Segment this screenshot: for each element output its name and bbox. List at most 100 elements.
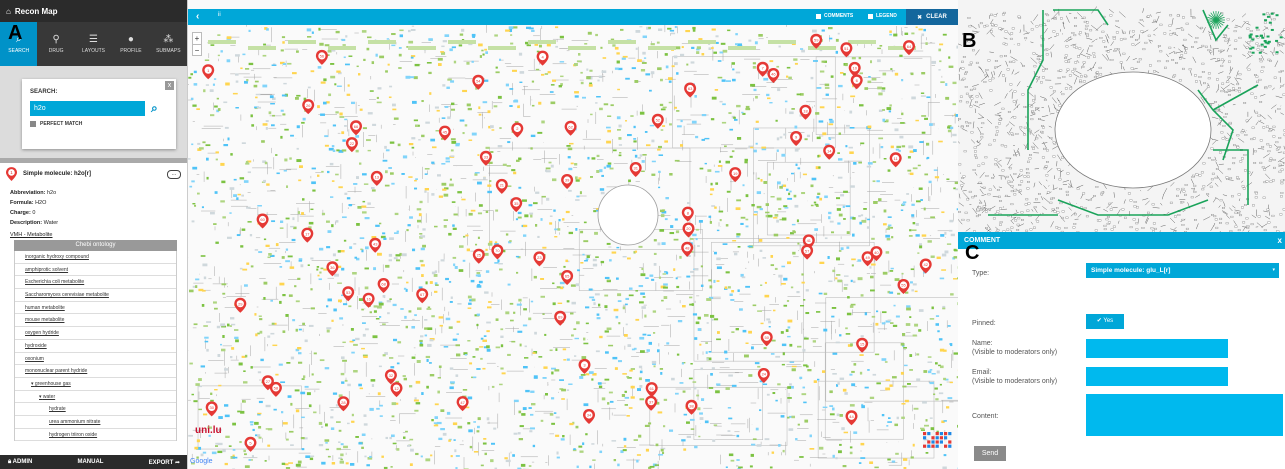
map-marker[interactable]: 16: [362, 292, 375, 308]
map-marker[interactable]: 54: [472, 74, 485, 90]
map-marker[interactable]: 34: [583, 409, 595, 424]
map-marker[interactable]: 29: [234, 297, 247, 313]
vmh-link[interactable]: VMH - Metabolite: [0, 231, 187, 239]
map-marker[interactable]: 11: [889, 152, 902, 168]
map-marker[interactable]: 48: [681, 241, 694, 257]
map-viewport[interactable]: 1 2 3 4 5 6 7 8 9 10 11 12 13 14 15 16 17 18 19 20 21 22 23 24 2…: [188, 0, 958, 469]
map-marker[interactable]: 5: [244, 436, 257, 452]
map-marker[interactable]: 56: [315, 49, 328, 65]
email-field[interactable]: [1086, 367, 1228, 386]
ontology-item[interactable]: urea ammonium nitrate: [15, 416, 176, 429]
tab-layouts[interactable]: ☰ LAYOUTS: [75, 22, 112, 66]
content-field[interactable]: [1086, 394, 1283, 436]
map-marker[interactable]: 60: [256, 213, 269, 229]
ontology-item[interactable]: mouse metabolite: [15, 314, 176, 328]
map-marker[interactable]: 17: [301, 227, 314, 243]
admin-button[interactable]: 🔒︎ ADMIN: [8, 459, 32, 466]
marker-pin-icon[interactable]: 1: [6, 167, 17, 181]
map-marker[interactable]: 14: [823, 144, 836, 160]
map-marker[interactable]: 2: [511, 122, 524, 138]
map-marker[interactable]: 68: [377, 278, 390, 293]
map-marker[interactable]: 58: [269, 381, 282, 397]
map-marker[interactable]: 31: [629, 162, 642, 177]
map-marker[interactable]: 39: [561, 174, 574, 189]
perfect-match-checkbox[interactable]: PERFECT MATCH: [30, 121, 168, 127]
map-marker[interactable]: 63: [684, 82, 697, 98]
tab-submaps[interactable]: ⁂ SUBMAPS: [150, 22, 187, 66]
map-marker[interactable]: 42: [919, 258, 932, 274]
map-marker[interactable]: 1: [202, 64, 215, 80]
panel-toggle[interactable]: ii: [218, 12, 221, 18]
zoom-out-button[interactable]: −: [193, 44, 201, 55]
map-marker[interactable]: 53: [342, 286, 355, 302]
ontology-item[interactable]: hydrate: [15, 403, 176, 416]
search-button[interactable]: ⌕: [151, 101, 158, 116]
tab-drug[interactable]: ⚲ DRUG: [37, 22, 74, 66]
map-marker[interactable]: 43: [369, 237, 382, 253]
map-marker[interactable]: 26: [302, 99, 315, 115]
map-marker[interactable]: 8: [681, 206, 694, 222]
map-marker[interactable]: 30: [205, 401, 218, 417]
ontology-item[interactable]: Escherichia coli metabolite: [15, 276, 176, 290]
ontology-item[interactable]: inorganic hydroxy compound: [15, 251, 176, 264]
zoom-in-button[interactable]: +: [193, 33, 201, 44]
map-marker[interactable]: 64: [903, 40, 915, 56]
ontology-item[interactable]: mononuclear parent hydride: [15, 365, 176, 378]
map-marker[interactable]: 47: [456, 396, 469, 412]
map-marker[interactable]: 4: [536, 50, 549, 66]
pinned-checkbox[interactable]: ✔ Yes: [1086, 314, 1124, 329]
ontology-item[interactable]: oxygen hydride: [15, 327, 176, 340]
ontology-item[interactable]: amphiprotic solvent: [15, 264, 176, 277]
map-marker[interactable]: 37: [645, 395, 658, 411]
ontology-item[interactable]: ▾ water: [15, 391, 176, 404]
map-marker[interactable]: 69: [554, 310, 567, 326]
clear-button[interactable]: ✖ CLEAR: [906, 9, 958, 25]
type-select[interactable]: Simple molecule: glu_L[r] ▾: [1086, 263, 1279, 278]
map-marker[interactable]: 24: [757, 368, 770, 383]
map-marker[interactable]: 51: [840, 42, 853, 58]
map-marker[interactable]: 61: [645, 382, 658, 398]
ontology-item[interactable]: human metabolite: [15, 302, 176, 315]
ontology-item[interactable]: hydrogen triiron oxide: [15, 429, 176, 442]
map-marker[interactable]: 45: [438, 125, 451, 141]
map-marker[interactable]: 62: [564, 120, 577, 136]
map-marker[interactable]: 3: [578, 358, 591, 374]
map-marker[interactable]: 25: [472, 248, 485, 264]
search-input[interactable]: h2o: [30, 101, 145, 116]
ontology-item[interactable]: oxonium: [15, 353, 176, 366]
network-map[interactable]: 1234567891011121314151617181920212223242…: [188, 0, 958, 469]
map-marker[interactable]: 66: [350, 120, 362, 136]
chevron-left-icon[interactable]: ‹: [196, 11, 199, 22]
submap-network[interactable]: [958, 0, 1285, 232]
name-field[interactable]: [1086, 339, 1228, 358]
map-marker[interactable]: 9: [790, 131, 803, 146]
close-icon[interactable]: x: [1278, 232, 1282, 249]
map-marker[interactable]: 13: [370, 170, 383, 186]
map-marker[interactable]: 44: [845, 410, 858, 426]
map-marker[interactable]: 28: [337, 396, 350, 412]
map-marker[interactable]: 46: [767, 68, 780, 83]
map-marker[interactable]: 23: [533, 251, 546, 267]
ontology-item[interactable]: Saccharomyces cerevisiae metabolite: [15, 289, 176, 302]
comment-icon[interactable]: ...: [167, 169, 181, 179]
map-marker[interactable]: 35: [510, 197, 523, 213]
map-marker[interactable]: 57: [801, 244, 814, 260]
send-button[interactable]: Send: [974, 446, 1006, 461]
map-marker[interactable]: 18: [799, 104, 812, 120]
map-marker[interactable]: 67: [416, 288, 429, 304]
close-search-button[interactable]: x: [165, 81, 174, 90]
map-marker[interactable]: 32: [384, 369, 397, 385]
ontology-item[interactable]: hydroxide: [15, 340, 176, 353]
tab-profile[interactable]: ● PROFILE: [112, 22, 149, 66]
map-marker[interactable]: 70: [491, 244, 504, 260]
home-icon[interactable]: ⌂: [6, 7, 11, 16]
map-marker[interactable]: 21: [495, 178, 508, 194]
legend-toggle[interactable]: LEGEND: [868, 13, 897, 19]
map-marker[interactable]: 52: [651, 113, 664, 129]
export-button[interactable]: EXPORT ➦: [149, 459, 180, 466]
map-marker[interactable]: 50: [760, 331, 773, 347]
map-marker[interactable]: 15: [856, 337, 869, 353]
map-marker[interactable]: 12: [390, 382, 403, 398]
manual-button[interactable]: MANUAL: [77, 459, 103, 465]
comments-toggle[interactable]: COMMENTS: [816, 13, 853, 19]
